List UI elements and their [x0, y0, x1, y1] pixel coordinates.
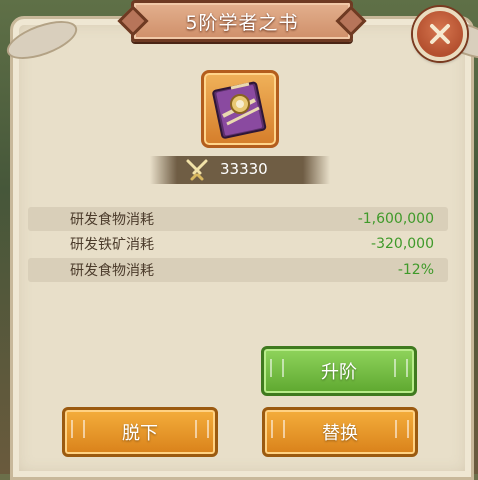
stat-label: 研发铁矿消耗: [70, 237, 154, 253]
title-banner: 5阶学者之书: [131, 0, 353, 42]
stat-value: -12%: [397, 262, 434, 278]
button-ornament: [71, 420, 85, 438]
unequip-button-label: 脱下: [122, 423, 158, 444]
upgrade-button-label: 升阶: [321, 362, 357, 383]
replace-button[interactable]: 替换: [262, 407, 418, 457]
power-value: 33330: [220, 160, 268, 178]
item-icon-frame[interactable]: [201, 70, 279, 148]
close-x-icon: [430, 24, 450, 44]
button-ornament: [270, 359, 284, 377]
stat-value: -1,600,000: [357, 211, 434, 227]
stat-row: 研发食物消耗 -1,600,000: [28, 207, 448, 231]
dialog-title: 5阶学者之书: [185, 11, 299, 34]
button-ornament: [195, 420, 209, 438]
close-button[interactable]: [413, 7, 467, 61]
button-ornament: [394, 359, 408, 377]
upgrade-button[interactable]: 升阶: [261, 346, 417, 396]
book-icon: [212, 81, 267, 139]
crossed-swords-icon: [186, 159, 208, 181]
stat-label: 研发食物消耗: [70, 212, 154, 228]
button-ornament: [271, 420, 285, 438]
replace-button-label: 替换: [322, 423, 358, 444]
stat-row: 研发铁矿消耗 -320,000: [28, 232, 448, 256]
stat-value: -320,000: [371, 236, 434, 252]
stat-row: 研发食物消耗 -12%: [28, 258, 448, 282]
unequip-button[interactable]: 脱下: [62, 407, 218, 457]
corner-leaf-left: [2, 13, 82, 67]
stat-label: 研发食物消耗: [70, 263, 154, 279]
button-ornament: [395, 420, 409, 438]
